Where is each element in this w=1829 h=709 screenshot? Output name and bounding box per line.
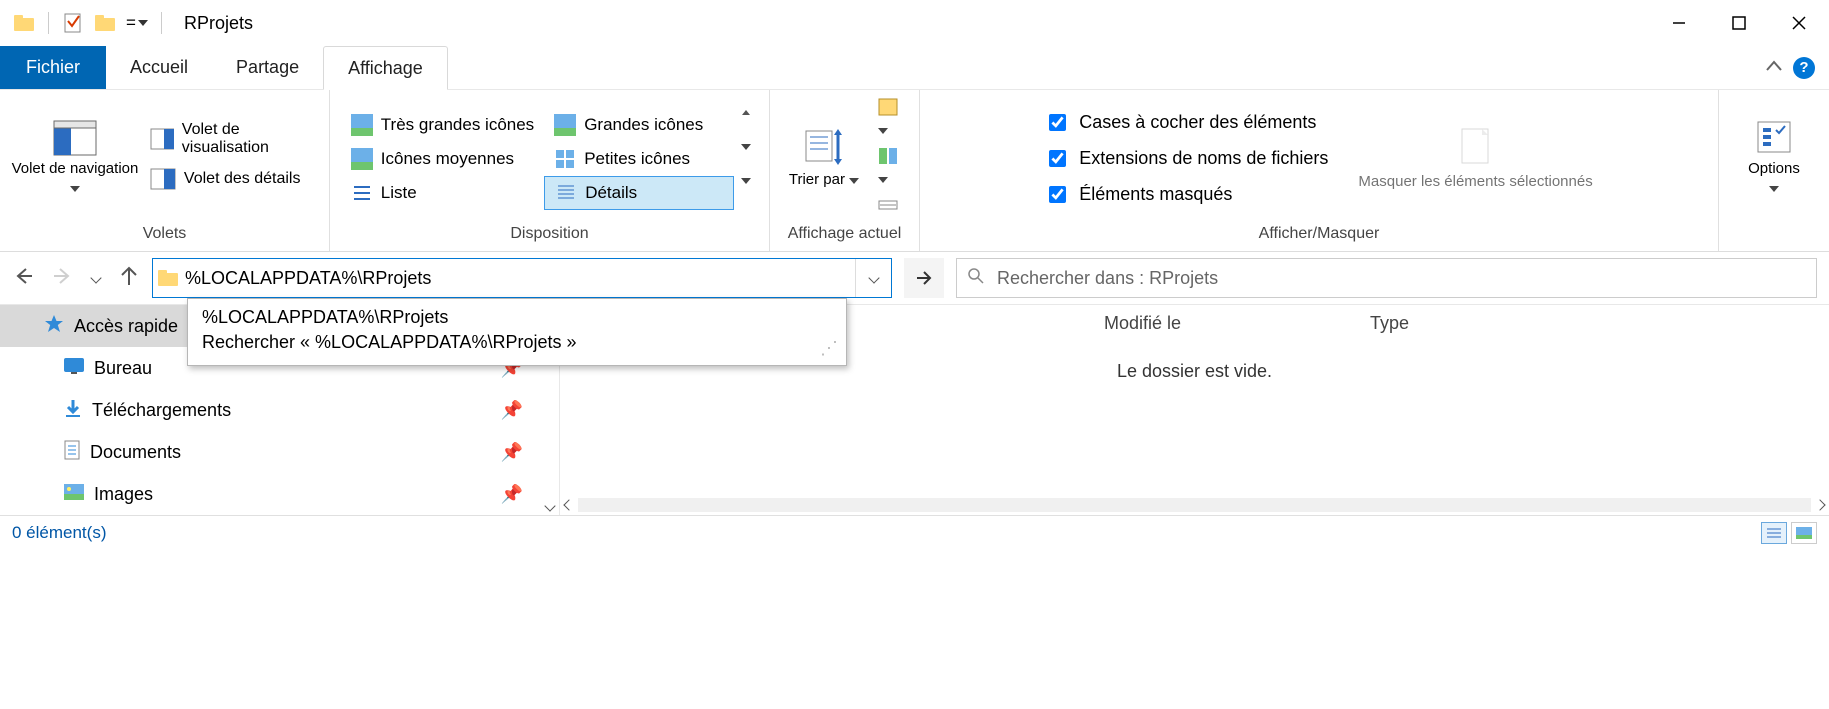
add-columns-icon[interactable] <box>878 147 909 188</box>
pin-icon: 📌 <box>501 400 523 421</box>
group-by-icon[interactable] <box>878 98 909 139</box>
tab-file[interactable]: Fichier <box>0 46 106 89</box>
options-button[interactable]: Options <box>1730 120 1818 198</box>
search-box[interactable]: Rechercher dans : RProjets <box>956 258 1817 298</box>
address-input[interactable] <box>183 259 855 297</box>
properties-icon[interactable] <box>61 11 85 35</box>
address-history-dropdown[interactable] <box>855 259 891 297</box>
size-columns-icon[interactable] <box>878 196 909 219</box>
back-button[interactable] <box>12 265 34 292</box>
layout-list[interactable]: Liste <box>341 176 544 210</box>
column-type[interactable]: Type <box>1356 313 1424 334</box>
view-large-icons-button[interactable] <box>1791 522 1817 544</box>
navigation-bar: %LOCALAPPDATA%\RProjets Rechercher « %LO… <box>0 252 1829 304</box>
layout-medium-icons[interactable]: Icônes moyennes <box>341 142 544 176</box>
sort-by-button[interactable]: Trier par <box>780 127 868 190</box>
layout-large-icons[interactable]: Grandes icônes <box>544 108 734 142</box>
ribbon-tabs: Fichier Accueil Partage Affichage ? <box>0 46 1829 90</box>
folder-icon <box>12 11 36 35</box>
details-pane-button[interactable]: Volet des détails <box>150 162 319 196</box>
tree-documents[interactable]: Documents 📌 <box>0 431 559 473</box>
folder-icon <box>153 270 183 286</box>
star-icon <box>44 314 64 339</box>
search-placeholder: Rechercher dans : RProjets <box>997 268 1218 289</box>
resize-grip-icon[interactable]: ⋰ <box>820 338 838 359</box>
qat-customize-dropdown[interactable]: = <box>125 11 149 35</box>
checkbox-hidden-items[interactable]: Éléments masqués <box>1045 180 1328 210</box>
tree-pictures[interactable]: Images 📌 <box>0 473 559 515</box>
navigation-pane-button[interactable]: Volet de navigation <box>10 120 140 198</box>
download-icon <box>64 398 82 423</box>
maximize-button[interactable] <box>1709 0 1769 46</box>
folder-icon[interactable] <box>93 11 117 35</box>
hide-selected-button[interactable]: Masquer les éléments sélectionnés <box>1358 125 1592 192</box>
pictures-icon <box>64 484 84 505</box>
checkbox-item-checkboxes[interactable]: Cases à cocher des éléments <box>1045 108 1328 138</box>
group-label-layout: Disposition <box>510 221 588 249</box>
layout-gallery[interactable]: Très grandes icônes Grandes icônes Icône… <box>341 108 758 210</box>
help-icon[interactable]: ? <box>1793 57 1815 79</box>
pin-icon: 📌 <box>501 442 523 463</box>
ribbon: Volet de navigation Volet de visualisati… <box>0 90 1829 252</box>
address-search-suggestion[interactable]: Rechercher « %LOCALAPPDATA%\RProjets » <box>202 330 832 355</box>
checkbox-filename-extensions[interactable]: Extensions de noms de fichiers <box>1045 144 1328 174</box>
tab-home[interactable]: Accueil <box>106 46 212 89</box>
view-details-button[interactable] <box>1761 522 1787 544</box>
up-button[interactable] <box>118 265 140 292</box>
preview-pane-button[interactable]: Volet de visualisation <box>150 122 319 156</box>
item-count: 0 élément(s) <box>12 523 106 543</box>
status-bar: 0 élément(s) <box>0 515 1829 549</box>
search-icon <box>967 267 985 290</box>
minimize-button[interactable] <box>1649 0 1709 46</box>
group-label-panes: Volets <box>143 221 187 249</box>
address-suggestion[interactable]: %LOCALAPPDATA%\RProjets <box>202 305 832 330</box>
pin-icon: 📌 <box>501 484 523 505</box>
layout-small-icons[interactable]: Petites icônes <box>544 142 734 176</box>
address-suggestions-popup: %LOCALAPPDATA%\RProjets Rechercher « %LO… <box>187 298 847 366</box>
tab-view[interactable]: Affichage <box>323 46 448 90</box>
go-button[interactable] <box>904 258 944 298</box>
desktop-icon <box>64 358 84 379</box>
group-label-current: Affichage actuel <box>788 221 902 249</box>
horizontal-scrollbar[interactable] <box>560 495 1829 515</box>
layout-details[interactable]: Détails <box>544 176 734 210</box>
separator <box>161 12 162 34</box>
documents-icon <box>64 440 80 465</box>
window-title: RProjets <box>184 13 253 34</box>
group-label-showhide: Afficher/Masquer <box>1259 221 1380 249</box>
separator <box>48 12 49 34</box>
layout-extra-large-icons[interactable]: Très grandes icônes <box>341 108 544 142</box>
recent-locations-dropdown[interactable] <box>92 269 100 287</box>
address-bar[interactable]: %LOCALAPPDATA%\RProjets Rechercher « %LO… <box>152 258 892 298</box>
close-button[interactable] <box>1769 0 1829 46</box>
forward-button[interactable] <box>52 265 74 292</box>
collapse-ribbon-icon[interactable] <box>1765 59 1783 77</box>
tab-share[interactable]: Partage <box>212 46 323 89</box>
tree-downloads[interactable]: Téléchargements 📌 <box>0 389 559 431</box>
column-modified[interactable]: Modifié le <box>1090 313 1356 334</box>
title-bar: = RProjets <box>0 0 1829 46</box>
